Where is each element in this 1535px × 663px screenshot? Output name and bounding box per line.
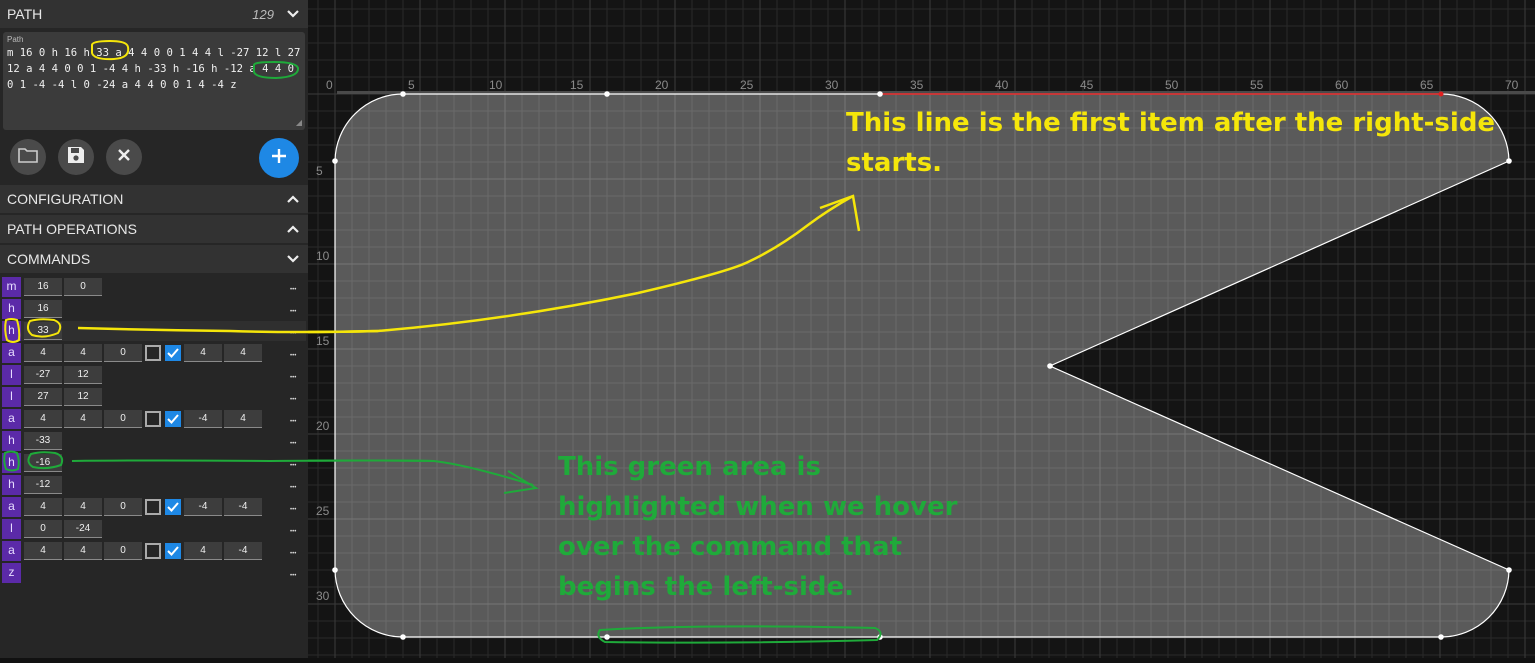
x-tick-25: 25 [740, 78, 754, 92]
green-annotation-line-1: This green area is [558, 452, 821, 482]
path-point[interactable] [604, 91, 610, 97]
x-tick-20: 20 [655, 78, 669, 92]
green-annotation-line-4: begins the left-side. [558, 572, 854, 602]
x-tick-0: 0 [326, 78, 333, 92]
path-point[interactable] [877, 91, 883, 97]
y-tick-15: 15 [316, 334, 330, 348]
yellow-annotation-line-1: This line is the first item after the ri… [846, 108, 1495, 138]
y-tick-20: 20 [316, 419, 330, 433]
path-point[interactable] [1506, 158, 1512, 164]
path-point[interactable] [1506, 567, 1512, 573]
active-point[interactable] [1438, 91, 1444, 97]
x-tick-45: 45 [1080, 78, 1094, 92]
path-point[interactable] [1438, 634, 1444, 640]
yellow-annotation-line-2: starts. [846, 148, 942, 178]
y-tick-25: 25 [316, 504, 330, 518]
x-tick-50: 50 [1165, 78, 1179, 92]
path-point[interactable] [332, 567, 338, 573]
x-tick-30: 30 [825, 78, 839, 92]
path-point[interactable] [400, 91, 406, 97]
y-tick-30: 30 [316, 589, 330, 603]
x-tick-60: 60 [1335, 78, 1349, 92]
x-tick-55: 55 [1250, 78, 1264, 92]
green-annotation-line-2: highlighted when we hover [558, 492, 958, 522]
x-tick-35: 35 [910, 78, 924, 92]
path-canvas[interactable]: 0 5 10 15 20 25 30 35 40 45 50 55 60 65 … [69, 0, 1535, 658]
y-tick-10: 10 [316, 249, 330, 263]
x-tick-65: 65 [1420, 78, 1434, 92]
y-tick-5: 5 [316, 164, 323, 178]
x-tick-70: 70 [1505, 78, 1519, 92]
x-tick-40: 40 [995, 78, 1009, 92]
x-tick-10: 10 [489, 78, 503, 92]
sidebar-annotations [3, 39, 300, 472]
x-tick-15: 15 [570, 78, 584, 92]
x-tick-5: 5 [408, 78, 415, 92]
path-point[interactable] [332, 158, 338, 164]
green-annotation-line-3: over the command that [558, 532, 902, 562]
canvas-area[interactable]: 0 5 10 15 20 25 30 35 40 45 50 55 60 65 … [69, 0, 1535, 658]
path-point[interactable] [604, 634, 610, 640]
path-point[interactable] [1047, 363, 1053, 369]
path-point[interactable] [400, 634, 406, 640]
sidebar: PATH 129 Path m 16 0 h 16 h 33 a 4 4 0 0… [0, 0, 308, 658]
